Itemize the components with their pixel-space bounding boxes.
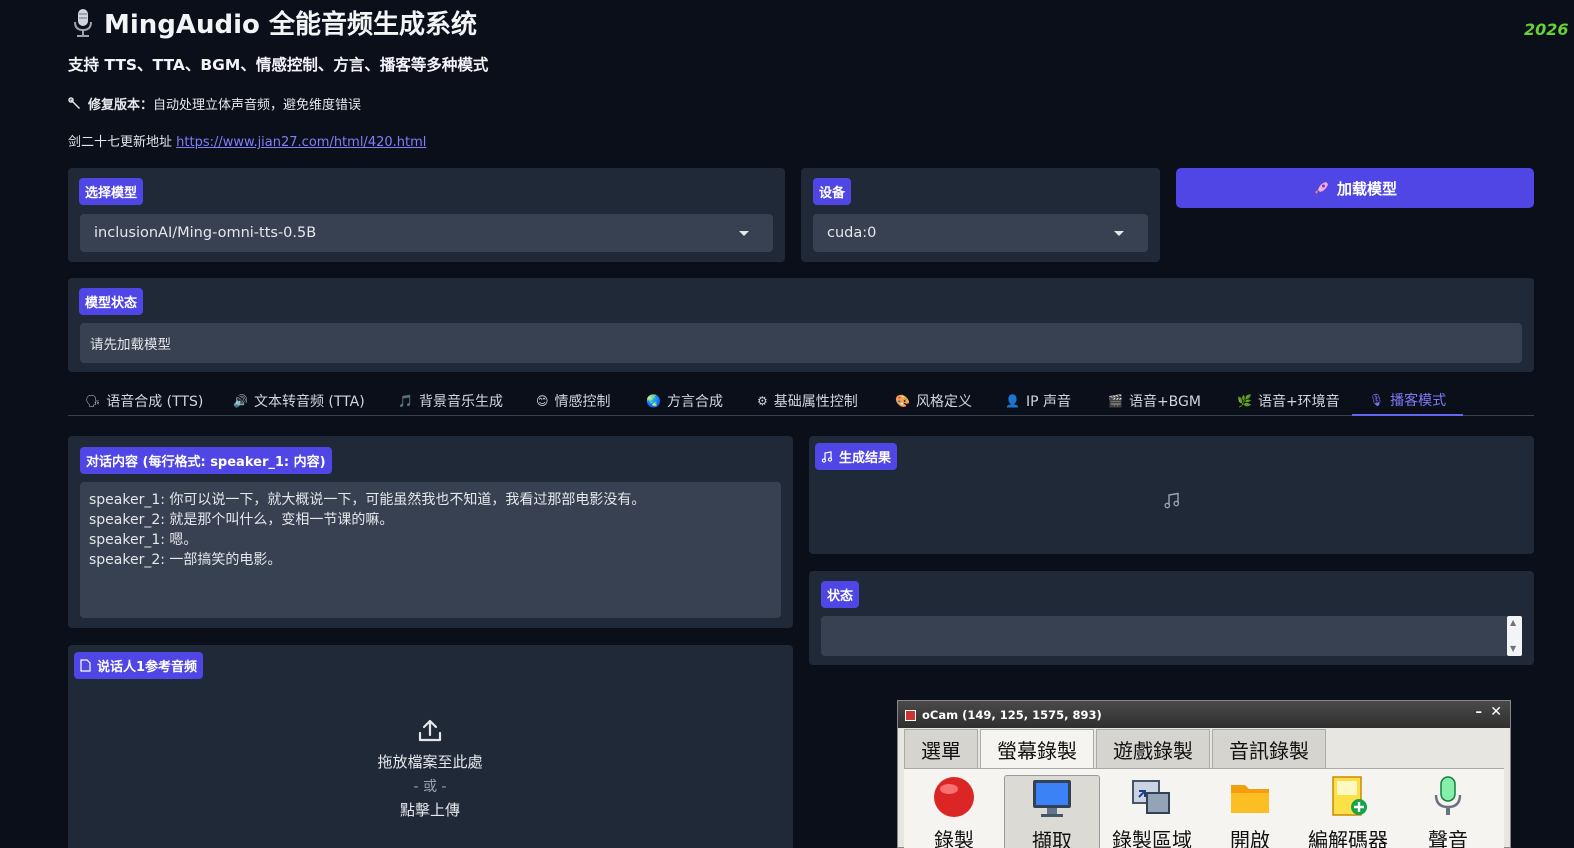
ocam-tab-game-record[interactable]: 遊戲錄製 [1096, 729, 1210, 769]
tab-style[interactable]: 🎨 风格定义 [895, 385, 972, 416]
upload-or-text: - 或 - [413, 779, 447, 795]
model-select-label: 选择模型 [79, 178, 144, 205]
tab-voice-ambient[interactable]: 🌿 语音+环境音 [1237, 385, 1340, 416]
music-note-icon: 🎵 [398, 393, 413, 408]
model-status-panel: 模型状态 请先加载模型 [68, 278, 1534, 372]
model-status-value: 请先加载模型 [90, 337, 171, 353]
smiley-icon: 😊 [536, 393, 549, 408]
clapper-icon: 🎬 [1108, 393, 1123, 408]
model-dropdown-value: inclusionAI/Ming-omni-tts-0.5B [94, 225, 317, 241]
device-select-panel: 设备 cuda:0 [801, 168, 1160, 262]
upload-drop-text: 拖放檔案至此處 [377, 753, 483, 771]
device-dropdown-value: cuda:0 [827, 225, 877, 241]
update-text: 剑二十七更新地址 [68, 135, 177, 150]
ocam-region-button[interactable]: 錄製區域 [1104, 775, 1200, 848]
ocam-tab-screen-record[interactable]: 螢幕錄製 [980, 729, 1094, 769]
ocam-logo-icon [905, 710, 916, 721]
dialogue-panel: 对话内容 (每行格式: speaker_1: 内容) speaker_1: 你可… [68, 436, 793, 628]
tab-attributes[interactable]: ⚙ 基础属性控制 [757, 385, 858, 416]
dialogue-label: 对话内容 (每行格式: speaker_1: 内容) [80, 447, 332, 474]
speaking-head-icon: 🗣 [85, 393, 101, 408]
palette-icon: 🎨 [895, 393, 910, 408]
ocam-open-button[interactable]: 開啟 [1202, 775, 1298, 848]
chevron-down-icon [1114, 231, 1124, 236]
tab-ip-voice[interactable]: 👤 IP 声音 [1005, 385, 1071, 416]
load-model-button[interactable]: 加载模型 [1176, 168, 1534, 208]
fix-note-text: 自动处理立体声音频，避免维度错误 [153, 98, 362, 113]
load-model-label: 加载模型 [1336, 179, 1397, 198]
ocam-capture-button[interactable]: 擷取 [1004, 775, 1100, 848]
status-scrollbar[interactable]: ▲ ▼ [1507, 616, 1522, 656]
model-status-label: 模型状态 [79, 288, 144, 315]
codec-icon [1332, 776, 1367, 816]
file-icon [80, 659, 91, 672]
status-field [821, 616, 1509, 656]
model-select-panel: 选择模型 inclusionAI/Ming-omni-tts-0.5B [68, 168, 785, 262]
update-link[interactable]: https://www.jian27.com/html/420.html [176, 135, 426, 150]
globe-icon: 🌏 [646, 393, 661, 408]
herb-icon: 🌿 [1237, 393, 1252, 408]
title-text: MingAudio 全能音频生成系统 [104, 10, 477, 40]
fix-note: 修复版本：自动处理立体声音频，避免维度错误 [68, 94, 361, 113]
update-line: 剑二十七更新地址 https://www.jian27.com/html/420… [68, 131, 426, 150]
scroll-up-icon[interactable]: ▲ [1510, 618, 1516, 627]
chevron-down-icon [739, 231, 749, 236]
microphone-icon: 🎙 [1368, 392, 1385, 407]
upload-icon [418, 719, 442, 742]
ocam-tab-audio-record[interactable]: 音訊錄製 [1212, 729, 1326, 769]
ocam-toolbar: 錄製 擷取 錄製區域 開啟 編解碼器 聲音 [904, 768, 1504, 848]
microphone-icon [74, 8, 92, 37]
tab-tts[interactable]: 🗣 语音合成 (TTS) [85, 385, 203, 416]
audio-placeholder-icon [1164, 492, 1180, 509]
tab-dialect[interactable]: 🌏 方言合成 [646, 385, 723, 416]
ocam-codec-button[interactable]: 編解碼器 [1300, 775, 1396, 848]
ocam-sound-button[interactable]: 聲音 [1400, 775, 1496, 848]
device-select-label: 设备 [813, 178, 852, 205]
upload-click-text: 點擊上傳 [399, 801, 460, 819]
rocket-icon [1314, 182, 1328, 194]
scroll-down-icon[interactable]: ▼ [1510, 644, 1516, 653]
reference-audio-label: 说话人1参考音频 [74, 652, 204, 679]
subtitle: 支持 TTS、TTA、BGM、情感控制、方言、播客等多种模式 [68, 56, 489, 74]
year-corner-text: 2026 年 [1524, 20, 1574, 39]
ocam-tabs: 選單 螢幕錄製 遊戲錄製 音訊錄製 [904, 729, 1328, 769]
result-panel: 生成结果 [809, 436, 1534, 554]
status-panel: 状态 [809, 571, 1534, 665]
tab-bgm[interactable]: 🎵 背景音乐生成 [398, 385, 503, 416]
region-icon [1132, 780, 1170, 814]
gear-icon: ⚙ [757, 393, 768, 408]
speaker-icon: 🔊 [233, 393, 248, 408]
music-note-icon [821, 450, 833, 463]
dialogue-textarea[interactable]: speaker_1: 你可以说一下，就大概说一下，可能虽然我也不知道，我看过那部… [80, 482, 781, 618]
fix-note-bold: 修复版本： [88, 98, 154, 113]
model-dropdown[interactable]: inclusionAI/Ming-omni-tts-0.5B [80, 214, 773, 252]
tab-voice-bgm[interactable]: 🎬 语音+BGM [1108, 385, 1201, 416]
upload-dropzone[interactable]: 拖放檔案至此處 - 或 - 點擊上傳 [330, 717, 530, 820]
monitor-icon [1033, 780, 1071, 817]
mode-tabs: 🗣 语音合成 (TTS) 🔊 文本转音频 (TTA) 🎵 背景音乐生成 😊 情感控制 🌏… [68, 385, 1534, 416]
wrench-icon [68, 96, 80, 109]
result-label: 生成结果 [815, 443, 898, 470]
tab-podcast[interactable]: 🎙 播客模式 [1352, 385, 1463, 416]
tab-tta[interactable]: 🔊 文本转音频 (TTA) [233, 385, 365, 416]
status-label: 状态 [821, 581, 860, 608]
person-icon: 👤 [1005, 393, 1020, 408]
close-icon[interactable]: ✕ [1490, 704, 1502, 720]
ocam-titlebar[interactable]: oCam (149, 125, 1575, 893) – ✕ [898, 701, 1510, 728]
page-title: MingAudio 全能音频生成系统 [72, 4, 477, 41]
ocam-window: oCam (149, 125, 1575, 893) – ✕ 選單 螢幕錄製 遊… [897, 700, 1511, 848]
folder-icon [1231, 785, 1269, 813]
record-icon [934, 777, 974, 817]
reference-audio-panel[interactable]: 说话人1参考音频 拖放檔案至此處 - 或 - 點擊上傳 [68, 645, 793, 848]
tab-emotion[interactable]: 😊 情感控制 [536, 385, 611, 416]
device-dropdown[interactable]: cuda:0 [813, 214, 1148, 252]
model-status-field: 请先加载模型 [80, 323, 1522, 363]
minimize-icon[interactable]: – [1476, 705, 1483, 720]
ocam-title: oCam (149, 125, 1575, 893) [922, 707, 1102, 722]
microphone-icon [1434, 776, 1462, 815]
ocam-tab-menu[interactable]: 選單 [904, 729, 978, 769]
ocam-record-button[interactable]: 錄製 [906, 775, 1002, 848]
